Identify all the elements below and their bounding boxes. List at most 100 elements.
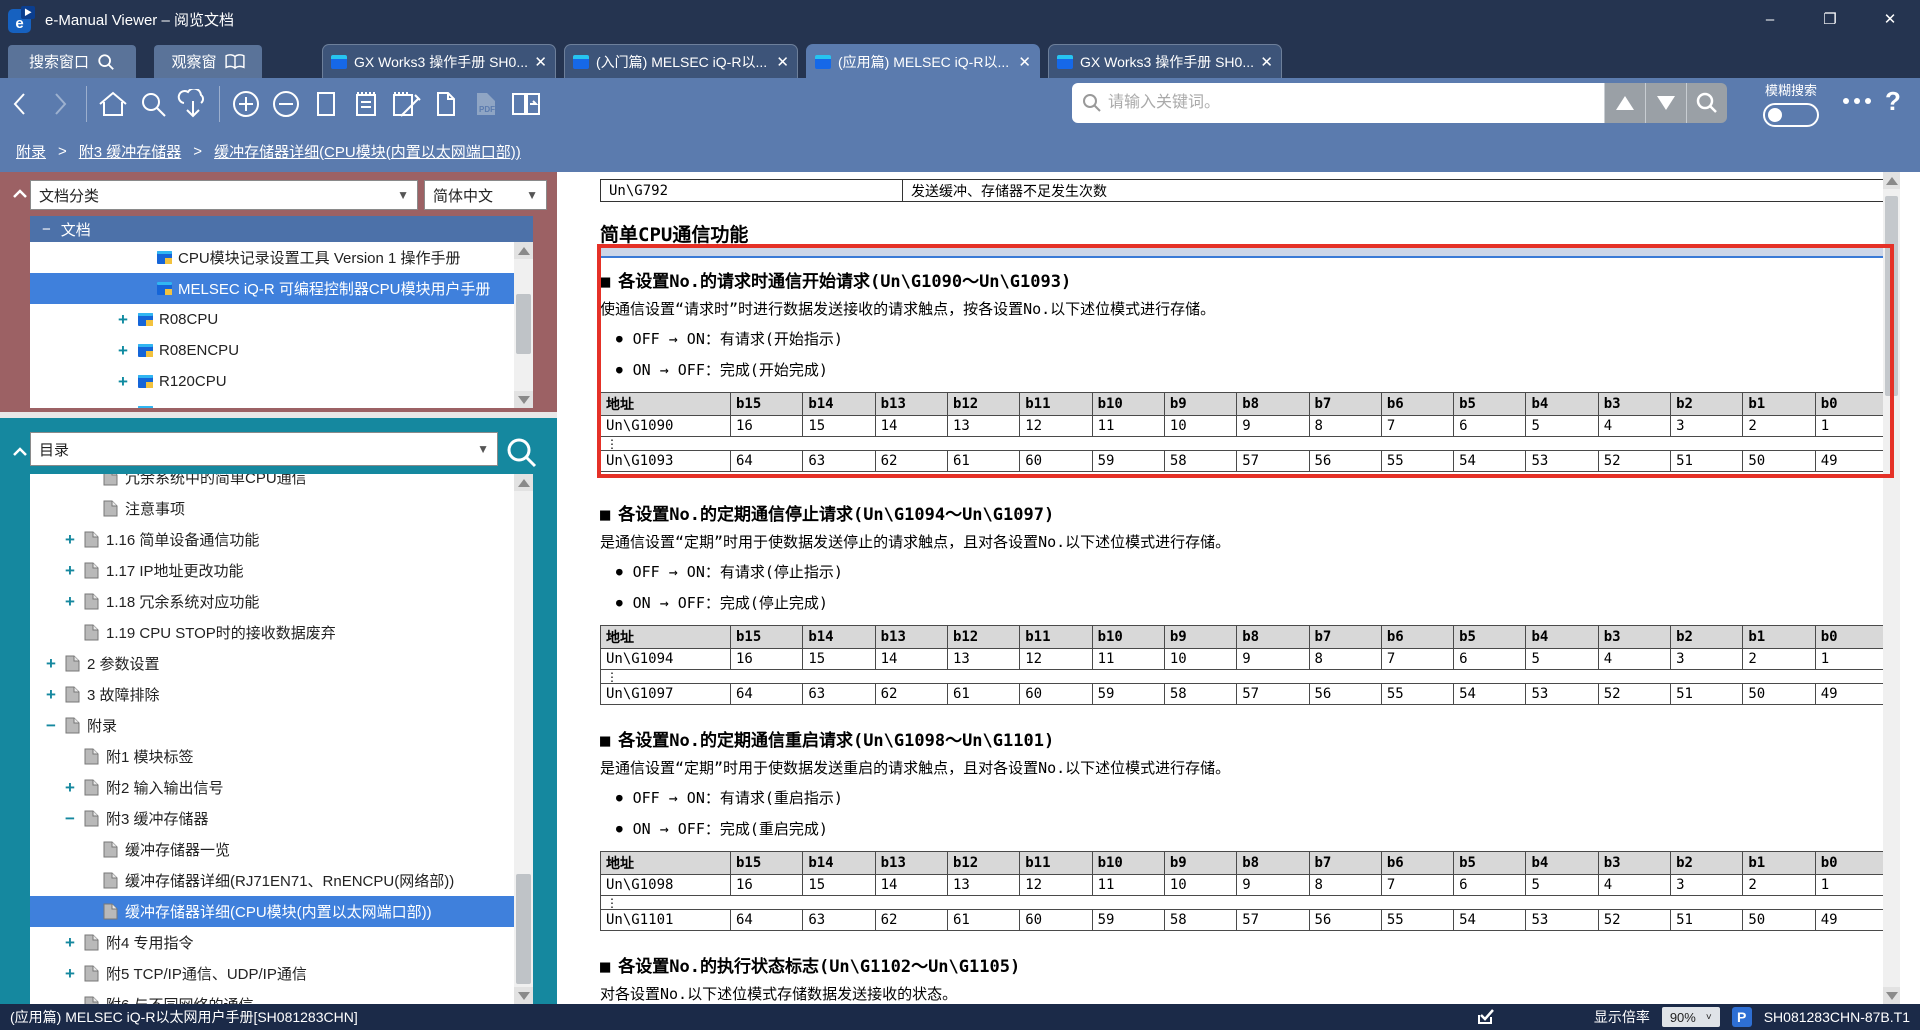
collapse-minus-icon[interactable]: − [46,716,65,736]
restore-button[interactable]: ❐ [1800,0,1860,38]
find-button[interactable] [1686,83,1727,123]
tree-item[interactable]: +R08CPU [30,304,533,335]
expand-plus-icon[interactable]: + [65,964,84,984]
find-next-button[interactable] [1645,83,1686,123]
fuzzy-search-toggle[interactable] [1763,103,1819,127]
table-cell: 13 [947,416,1019,437]
search-document-icon[interactable] [133,84,173,124]
forward-icon[interactable] [40,84,80,124]
memo-edit-icon[interactable] [386,84,426,124]
table-cell: 14 [875,416,947,437]
tree-item[interactable]: 附6 与不同网络的通信 [30,989,533,1004]
close-tab-icon[interactable]: ✕ [534,53,547,71]
memo-icon[interactable] [346,84,386,124]
tree-item[interactable]: − 附3 缓冲存储器 [30,803,533,834]
tree-item[interactable]: −附录 [30,710,533,741]
tree-item[interactable]: +1.18 冗余系统对应功能 [30,586,533,617]
back-icon[interactable] [0,84,40,124]
table-header-cell: b12 [947,393,1019,416]
table-row: Un\G109364636261605958575655545352515049 [601,451,1888,472]
zoom-out-icon[interactable] [266,84,306,124]
expand-plus-icon[interactable]: + [46,654,65,674]
tree-item[interactable]: CPU模块记录设置工具 Version 1 操作手册 [30,242,533,273]
pdf-badge-icon[interactable]: P [1732,1007,1752,1027]
tree-item[interactable]: +附5 TCP/IP通信、UDP/IP通信 [30,958,533,989]
content-scrollbar[interactable] [1883,172,1900,1004]
tree-item[interactable]: +3 故障排除 [30,679,533,710]
block-heading: ■各设置No.的定期通信停止请求(Un\G1094～Un\G1097) [600,500,1888,525]
tab-bar: 搜索窗口 观察窗 GX Works3 操作手册 SH0...✕(入门篇) MEL… [0,38,1920,78]
expand-plus-icon[interactable]: + [118,403,137,409]
breadcrumb-link[interactable]: 附录 [16,141,46,162]
expand-plus-icon[interactable]: + [118,310,137,330]
close-tab-icon[interactable]: ✕ [1260,53,1273,71]
table-header-cell: b8 [1237,393,1309,416]
tree-item[interactable]: + 附2 输入输出信号 [30,772,533,803]
breadcrumb-link[interactable]: 附3 缓冲存储器 [79,141,182,162]
document-tree-header[interactable]: − 文档 [30,216,533,242]
help-icon[interactable]: ? [1885,86,1901,117]
expand-plus-icon[interactable]: + [46,685,65,705]
minimize-button[interactable]: – [1740,0,1800,38]
more-options-icon[interactable] [1843,98,1871,104]
tree-item-label: 附2 输入输出信号 [106,777,224,798]
tree-item[interactable]: +附4 专用指令 [30,927,533,958]
tree-item[interactable]: +1.17 IP地址更改功能 [30,555,533,586]
expand-plus-icon[interactable]: + [65,933,84,953]
tree-item[interactable]: 1.19 CPU STOP时的接收数据废弃 [30,617,533,648]
document-tab[interactable]: GX Works3 操作手册 SH0...✕ [322,44,556,78]
collapse-icon[interactable]: − [42,221,51,238]
expand-plus-icon[interactable]: + [118,372,137,392]
tree-item[interactable]: +R120CPU [30,366,533,397]
expand-plus-icon[interactable]: + [65,778,84,798]
toc-tree-scrollbar[interactable] [514,474,533,1004]
bookmark-icon[interactable] [306,84,346,124]
bullet-dot-icon: ● [616,565,623,578]
document-tab[interactable]: (入门篇) MELSEC iQ-R以...✕ [564,44,798,78]
tree-item[interactable]: MELSEC iQ-R 可编程控制器CPU模块用户手册 [30,273,533,304]
tree-item[interactable]: 缓冲存储器详细(CPU模块(内置以太网端口部)) [30,896,533,927]
expand-plus-icon[interactable]: + [65,561,84,581]
bullet-dot-icon: ● [616,822,623,835]
home-icon[interactable] [93,84,133,124]
document-code: SH081283CHN-87B.T1 [1764,1009,1910,1025]
breadcrumb-link[interactable]: 缓冲存储器详细(CPU模块(内置以太网端口部)) [214,141,521,162]
find-previous-button[interactable] [1604,83,1645,123]
tree-item[interactable]: 缓冲存储器一览 [30,834,533,865]
zoom-level-dropdown[interactable]: 90% ˅ [1662,1007,1720,1027]
close-tab-icon[interactable]: ✕ [776,53,789,71]
tree-item[interactable]: 缓冲存储器详细(RJ71EN71、RnENCPU(网络部)) [30,865,533,896]
expand-plus-icon[interactable]: + [65,592,84,612]
watch-window-button[interactable]: 观察窗 [154,45,262,78]
zoom-in-icon[interactable] [226,84,266,124]
expand-plus-icon[interactable]: + [118,341,137,361]
collapse-doc-panel-icon[interactable] [12,188,28,200]
update-check-icon[interactable] [1476,1008,1496,1026]
tree-item[interactable]: +2 参数设置 [30,648,533,679]
tree-item[interactable]: 附1 模块标签 [30,741,533,772]
facing-pages-icon[interactable] [506,84,546,124]
tree-item[interactable]: 注意事项 [30,493,533,524]
tree-item[interactable]: +1.16 简单设备通信功能 [30,524,533,555]
tree-item-label: 附3 缓冲存储器 [106,808,209,829]
document-tree-scrollbar[interactable] [514,242,533,408]
keyword-search-input[interactable] [1072,83,1604,123]
document-category-dropdown[interactable]: 文档分类 ▼ [30,180,418,210]
close-tab-icon[interactable]: ✕ [1018,53,1031,71]
tree-item[interactable]: + [30,397,533,408]
toc-search-icon[interactable] [505,436,539,470]
page-icon[interactable] [426,84,466,124]
search-window-button[interactable]: 搜索窗口 [8,45,136,78]
pdf-icon[interactable]: PDF [466,84,506,124]
language-dropdown[interactable]: 简体中文 ▼ [424,180,547,210]
expand-plus-icon[interactable]: + [65,530,84,550]
cloud-download-icon[interactable] [173,84,213,124]
document-tab[interactable]: GX Works3 操作手册 SH0...✕ [1048,44,1282,78]
document-tab[interactable]: (应用篇) MELSEC iQ-R以...✕ [806,44,1040,78]
tree-item[interactable]: +R08ENCPU [30,335,533,366]
close-button[interactable]: ✕ [1860,0,1920,38]
toc-dropdown[interactable]: 目录 ▼ [30,432,498,466]
collapse-toc-panel-icon[interactable] [12,446,28,458]
collapse-minus-icon[interactable]: − [65,809,84,829]
tree-item[interactable]: 冗余系统中的简单CPU通信 [30,474,533,493]
